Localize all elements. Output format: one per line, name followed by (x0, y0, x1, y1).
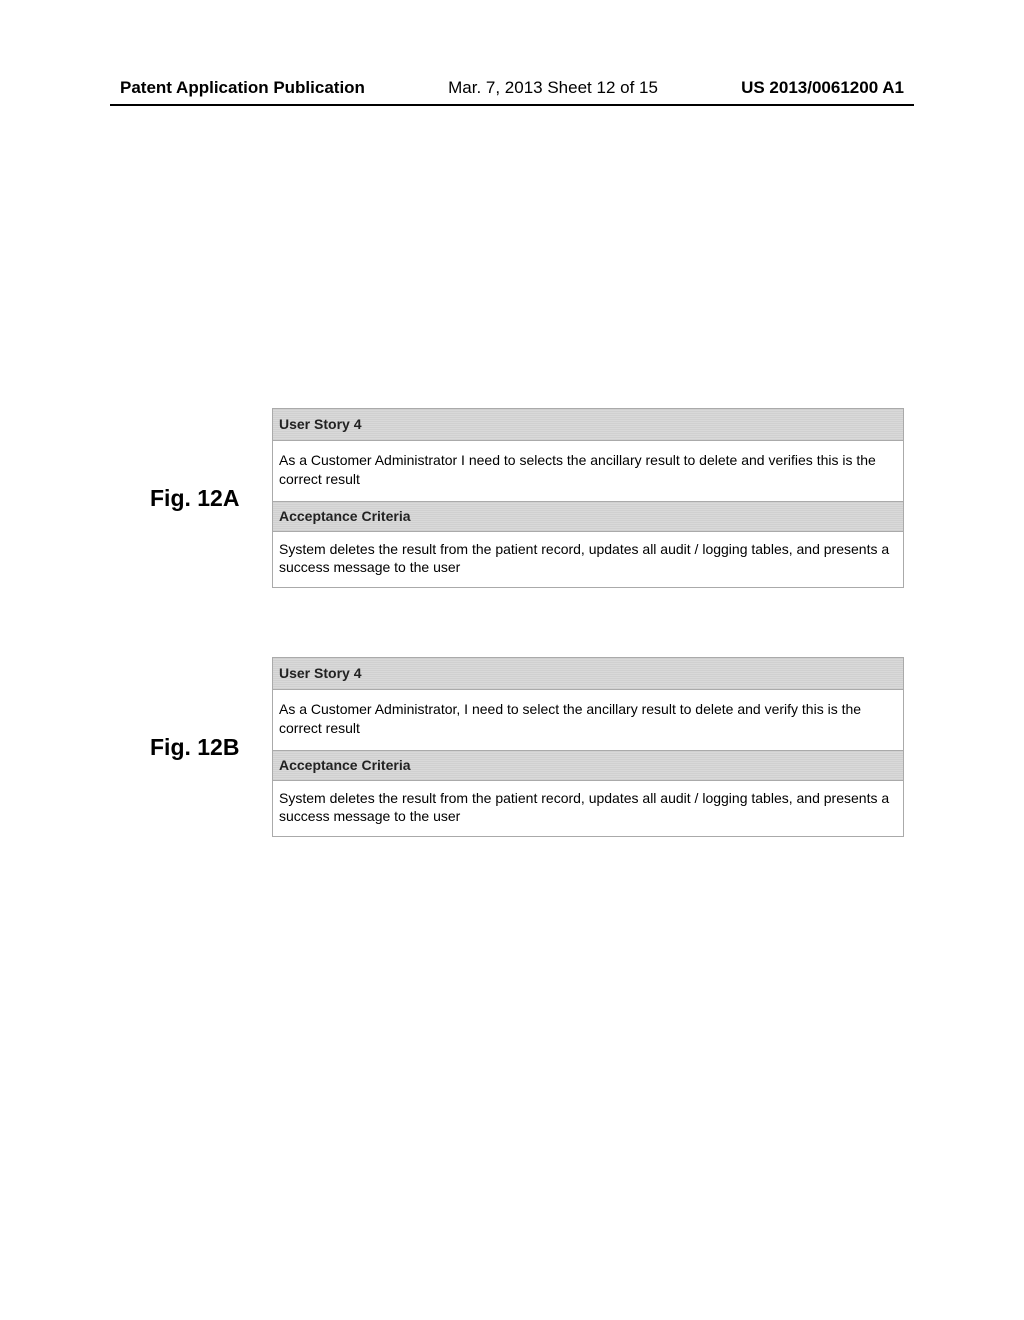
user-story-table-12b: User Story 4 As a Customer Administrator… (272, 657, 904, 837)
user-story-body: As a Customer Administrator I need to se… (273, 441, 903, 502)
acceptance-criteria-body: System deletes the result from the patie… (273, 532, 903, 588)
figure-12b-block: Fig. 12B User Story 4 As a Customer Admi… (150, 657, 904, 837)
figure-12a-block: Fig. 12A User Story 4 As a Customer Admi… (150, 408, 904, 588)
publication-date-sheet: Mar. 7, 2013 Sheet 12 of 15 (448, 78, 658, 98)
acceptance-criteria-header: Acceptance Criteria (273, 502, 903, 532)
user-story-table-12a: User Story 4 As a Customer Administrator… (272, 408, 904, 588)
user-story-body: As a Customer Administrator, I need to s… (273, 690, 903, 751)
publication-number: US 2013/0061200 A1 (741, 78, 904, 98)
publication-label: Patent Application Publication (120, 78, 365, 98)
figure-label-12a: Fig. 12A (150, 485, 258, 512)
acceptance-criteria-body: System deletes the result from the patie… (273, 781, 903, 837)
acceptance-criteria-header: Acceptance Criteria (273, 751, 903, 781)
header-divider (110, 104, 914, 106)
user-story-header: User Story 4 (273, 658, 903, 690)
figure-label-12b: Fig. 12B (150, 734, 258, 761)
user-story-header: User Story 4 (273, 409, 903, 441)
page-header: Patent Application Publication Mar. 7, 2… (0, 78, 1024, 98)
